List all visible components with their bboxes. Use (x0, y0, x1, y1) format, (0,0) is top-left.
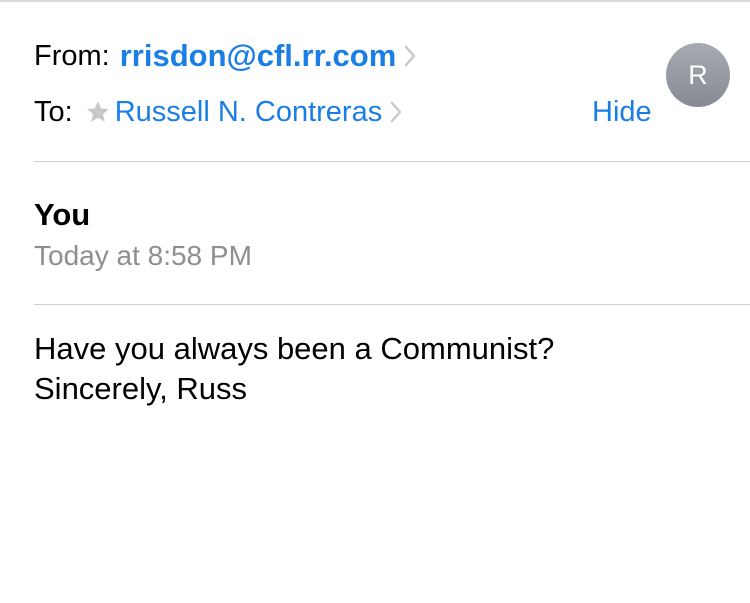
chevron-right-icon[interactable] (404, 44, 416, 68)
sender-name: You (34, 197, 91, 232)
divider (34, 161, 750, 162)
from-label: From: (34, 39, 110, 72)
from-address[interactable]: rrisdon@cfl.rr.com (120, 38, 397, 74)
message-body: Have you always been a Communist? Sincer… (34, 329, 734, 409)
hide-button[interactable]: Hide (592, 93, 652, 131)
mail-header: From: rrisdon@cfl.rr.com To: Russell N. … (0, 0, 750, 162)
avatar[interactable]: R (666, 43, 730, 107)
divider (34, 304, 750, 305)
message-body-line: Sincerely, Russ (34, 371, 248, 406)
message-timestamp: Today at 8:58 PM (34, 240, 252, 271)
from-row: From: rrisdon@cfl.rr.com (34, 36, 416, 76)
to-row: To: Russell N. Contreras (34, 93, 402, 131)
star-icon (85, 99, 111, 125)
to-recipient[interactable]: Russell N. Contreras (115, 96, 383, 129)
to-label: To: (34, 95, 73, 128)
chevron-right-icon[interactable] (390, 100, 402, 124)
message-body-line: Have you always been a Communist? (34, 331, 555, 366)
